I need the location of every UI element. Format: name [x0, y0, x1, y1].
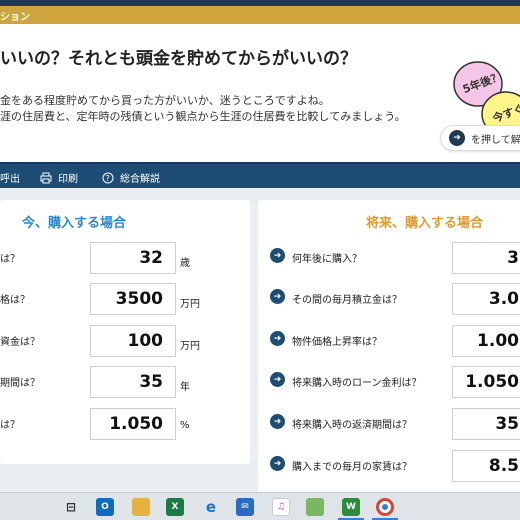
outlook-icon[interactable]: O [96, 498, 114, 516]
toolbar-load-button[interactable]: 呼出 [0, 170, 20, 185]
word-helper-icon[interactable]: W [342, 498, 360, 516]
price-input[interactable]: 3500 [90, 283, 176, 315]
arrow-right-icon: ➜ [270, 414, 285, 429]
years-input[interactable]: 3 [452, 242, 520, 274]
buy-now-row-price: 格は？ 3500 万円 [0, 283, 250, 315]
itunes-icon[interactable]: ♫ [272, 498, 290, 516]
row-label: 購入までの毎月の家賃は？ [292, 462, 412, 473]
help-icon: ? [102, 172, 114, 183]
toolbar-help-label: 総合解説 [120, 174, 160, 185]
age-input[interactable]: 32 [90, 242, 176, 274]
toolbar-help-button[interactable]: ? 総合解説 [102, 170, 160, 185]
hero-title: いいの？それとも頭金を貯めてからがいいの？ [0, 49, 357, 69]
row-unit: 歳 [180, 258, 190, 269]
buy-later-row-repay-period: ➜ 将来購入時の返済期間は？ 35 [258, 408, 520, 440]
hero-description-line2: 涯の住居費と、定年時の残債という観点から生涯の住居費を比較してみましょう。 [0, 110, 406, 123]
task-view-icon[interactable]: ⊟ [62, 498, 80, 516]
toolbar-load-label: 呼出 [0, 174, 20, 185]
explanation-button[interactable]: ➜ を押して解 [440, 125, 520, 151]
row-unit: % [180, 420, 190, 431]
arrow-right-icon: ➜ [270, 372, 285, 387]
buy-later-row-years: ➜ 何年後に購入？ 3 [258, 242, 520, 274]
buy-now-panel: 今、購入する場合 は？ 32 歳 格は？ 3500 万円 資金は？ 100 万円… [0, 200, 250, 464]
row-label: 将来購入時のローン金利は？ [292, 378, 422, 389]
rent-input[interactable]: 8.5 [452, 450, 520, 482]
edge-icon[interactable]: e [202, 498, 220, 516]
buy-now-row-age: は？ 32 歳 [0, 242, 250, 274]
app-icon[interactable] [306, 498, 324, 516]
svg-text:?: ? [106, 174, 110, 183]
app-title-bar: ション [0, 6, 520, 24]
row-label: 将来購入時の返済期間は？ [292, 420, 412, 431]
toolbar-print-label: 印刷 [58, 174, 78, 185]
period-input[interactable]: 35 [90, 366, 176, 398]
row-label: その間の毎月積立金は？ [292, 295, 402, 306]
repay-period-input[interactable]: 35 [452, 408, 520, 440]
row-label: 物件価格上昇率は？ [292, 337, 382, 348]
printer-icon [40, 172, 52, 183]
mail-icon[interactable]: ✉ [236, 498, 254, 516]
row-label: は？ [0, 254, 20, 265]
arrow-right-icon: ➜ [449, 130, 465, 146]
excel-icon[interactable]: X [166, 498, 184, 516]
row-label: 何年後に購入？ [292, 254, 362, 265]
price-rise-input[interactable]: 1.00 [452, 325, 520, 357]
row-label: 期間は？ [0, 378, 40, 389]
buy-now-row-rate: は？ 1.050 % [0, 408, 250, 440]
arrow-right-icon: ➜ [270, 248, 285, 263]
savings-input[interactable]: 3.0 [452, 283, 520, 315]
buy-now-row-period: 期間は？ 35 年 [0, 366, 250, 398]
row-unit: 万円 [180, 341, 200, 352]
hero-description-line1: 金をある程度貯めてから買った方がいいか、迷うところですよね。 [0, 94, 330, 107]
explanation-button-label: を押して解 [471, 134, 520, 146]
arrow-right-icon: ➜ [270, 456, 285, 471]
row-label: は？ [0, 420, 20, 431]
windows-taskbar: ⊟ O X e ✉ ♫ W [0, 492, 520, 520]
row-label: 格は？ [0, 295, 30, 306]
arrow-right-icon: ➜ [270, 331, 285, 346]
funds-input[interactable]: 100 [90, 325, 176, 357]
loan-rate-input[interactable]: 1.050 [452, 366, 520, 398]
file-explorer-icon[interactable] [132, 498, 150, 516]
buy-later-row-loan-rate: ➜ 将来購入時のローン金利は？ 1.050 [258, 366, 520, 398]
buy-later-row-rent: ➜ 購入までの毎月の家賃は？ 8.5 [258, 450, 520, 482]
chrome-icon[interactable] [376, 498, 394, 516]
toolbar-print-button[interactable]: 印刷 [40, 170, 78, 185]
rate-input[interactable]: 1.050 [90, 408, 176, 440]
row-label: 資金は？ [0, 337, 40, 348]
buy-later-panel: 将来、購入する場合 ➜ 何年後に購入？ 3 ➜ その間の毎月積立金は？ 3.0 … [258, 200, 520, 500]
app-title: ション [0, 12, 30, 23]
row-unit: 年 [180, 382, 190, 393]
buy-later-row-price-rise: ➜ 物件価格上昇率は？ 1.00 [258, 325, 520, 357]
toolbar: 呼出 印刷 ? 総合解説 [0, 162, 520, 188]
row-unit: 万円 [180, 299, 200, 310]
buy-later-title: 将来、購入する場合 [366, 216, 484, 231]
hero-section: いいの？それとも頭金を貯めてからがいいの？ 金をある程度貯めてから買った方がいい… [0, 24, 520, 162]
arrow-right-icon: ➜ [270, 289, 285, 304]
buy-now-row-funds: 資金は？ 100 万円 [0, 325, 250, 357]
buy-later-row-savings: ➜ その間の毎月積立金は？ 3.0 [258, 283, 520, 315]
buy-now-title: 今、購入する場合 [22, 216, 127, 231]
